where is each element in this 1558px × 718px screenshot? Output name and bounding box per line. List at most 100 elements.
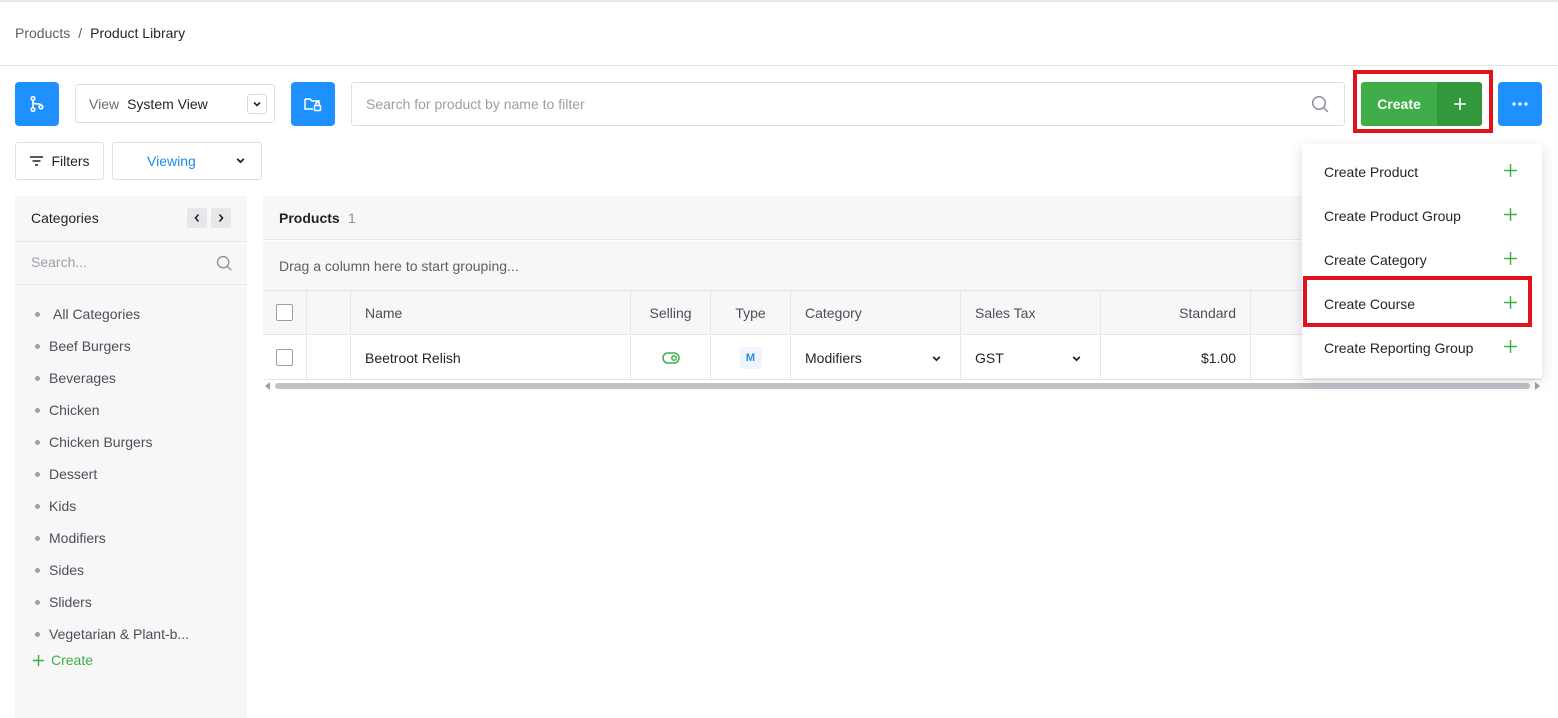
column-header-name[interactable]: Name: [351, 291, 631, 335]
column-header-standard[interactable]: Standard: [1101, 291, 1251, 335]
breadcrumb-products-link[interactable]: Products: [15, 25, 70, 41]
category-item[interactable]: Beef Burgers: [35, 330, 189, 362]
category-item[interactable]: Beverages: [35, 362, 189, 394]
create-course-highlight: [1303, 276, 1532, 327]
product-search-input[interactable]: [366, 96, 1266, 112]
create-dropdown-menu: Create Product Create Product Group Crea…: [1302, 144, 1542, 378]
folder-lock-icon: [304, 98, 322, 112]
category-item[interactable]: Sides: [35, 554, 189, 586]
chevron-down-icon: [253, 101, 261, 107]
menu-item-create-product[interactable]: Create Product: [1302, 150, 1542, 194]
cell-type: M: [711, 336, 791, 380]
chevron-left-icon: [194, 213, 200, 223]
grid-count: 1: [348, 210, 356, 226]
scroll-left-icon[interactable]: [265, 382, 270, 390]
category-item[interactable]: Kids: [35, 490, 189, 522]
group-hint: Drag a column here to start grouping...: [279, 258, 519, 274]
row-checkbox[interactable]: [276, 349, 293, 366]
cell-sales-tax[interactable]: GST: [961, 336, 1101, 380]
scrollbar-thumb[interactable]: [275, 383, 1530, 389]
menu-item-create-reporting-group[interactable]: Create Reporting Group: [1302, 326, 1542, 370]
column-header-category[interactable]: Category: [791, 291, 961, 335]
category-item[interactable]: Sliders: [35, 586, 189, 618]
column-header-type[interactable]: Type: [711, 291, 791, 335]
drag-handle-header: [307, 291, 351, 335]
scroll-right-icon[interactable]: [1535, 382, 1540, 390]
chevron-down-icon: [1072, 356, 1081, 362]
type-badge: M: [739, 346, 762, 369]
bullet-icon: [35, 503, 40, 509]
category-item[interactable]: Vegetarian & Plant-b...: [35, 618, 189, 650]
plus-icon: [1504, 340, 1517, 353]
cell-sales-tax-value: GST: [975, 349, 1004, 366]
breadcrumb-separator: /: [78, 25, 83, 41]
column-header-sales-tax[interactable]: Sales Tax: [961, 291, 1101, 335]
select-all-header: [263, 291, 307, 335]
grid-title: Products: [279, 210, 340, 226]
ellipsis-icon: [1512, 102, 1528, 106]
viewing-label: Viewing: [147, 153, 196, 169]
category-item[interactable]: Dessert: [35, 458, 189, 490]
categories-title: Categories: [31, 210, 99, 226]
chevron-right-icon: [218, 213, 224, 223]
horizontal-scrollbar[interactable]: [263, 380, 1542, 392]
view-dropdown-toggle[interactable]: [247, 94, 267, 114]
column-header-selling[interactable]: Selling: [631, 291, 711, 335]
more-options-button[interactable]: [1498, 82, 1542, 126]
top-border: [0, 0, 1558, 2]
select-all-checkbox[interactable]: [276, 304, 293, 321]
cell-category-value: Modifiers: [805, 349, 862, 366]
git-branch-icon: [30, 95, 44, 113]
bullet-icon: [35, 343, 40, 349]
bullet-icon: [35, 439, 40, 445]
sidebar-next-button[interactable]: [211, 208, 231, 228]
breadcrumb: Products / Product Library: [15, 25, 185, 41]
bullet-icon: [35, 311, 40, 317]
plus-icon: [32, 654, 45, 666]
filters-button[interactable]: Filters: [15, 142, 104, 180]
toggle-on-icon: [661, 351, 680, 364]
category-search-input[interactable]: [31, 254, 201, 270]
category-item[interactable]: Chicken: [35, 394, 189, 426]
filter-lines-icon: [30, 156, 44, 166]
category-item[interactable]: Chicken Burgers: [35, 426, 189, 458]
search-icon: [216, 255, 232, 271]
header-divider: [0, 65, 1558, 66]
plus-icon: [1504, 164, 1517, 177]
chevron-down-icon: [236, 158, 245, 164]
categories-sidebar: Categories All Categories Beef Burgers B…: [15, 196, 247, 718]
bullet-icon: [35, 471, 40, 477]
cell-category[interactable]: Modifiers: [791, 336, 961, 380]
bullet-icon: [35, 599, 40, 605]
category-search-box: [15, 241, 247, 285]
view-value: System View: [127, 95, 208, 112]
search-icon: [1311, 95, 1329, 113]
create-category-label: Create: [51, 652, 94, 668]
viewing-select[interactable]: Viewing: [112, 142, 262, 180]
bullet-icon: [35, 535, 40, 541]
cell-name[interactable]: Beetroot Relish: [351, 336, 631, 380]
folder-lock-button[interactable]: [291, 82, 335, 126]
bullet-icon: [35, 631, 40, 637]
create-button-highlight: [1353, 70, 1493, 133]
category-item[interactable]: Modifiers: [35, 522, 189, 554]
product-search-box: [351, 82, 1345, 126]
create-category-link[interactable]: Create: [32, 652, 93, 668]
plus-icon: [1504, 252, 1517, 265]
sidebar-prev-button[interactable]: [187, 208, 207, 228]
chevron-down-icon: [932, 356, 941, 362]
bullet-icon: [35, 407, 40, 413]
cell-standard[interactable]: $1.00: [1101, 336, 1251, 380]
category-list: All Categories Beef Burgers Beverages Ch…: [35, 298, 189, 650]
cell-selling[interactable]: [631, 336, 711, 380]
breadcrumb-current: Product Library: [90, 25, 186, 41]
view-select[interactable]: View System View: [75, 84, 275, 123]
filters-label: Filters: [51, 153, 90, 169]
hierarchy-button[interactable]: [15, 82, 59, 126]
table-row: [263, 336, 307, 380]
bullet-icon: [35, 567, 40, 573]
bullet-icon: [35, 375, 40, 381]
category-item[interactable]: All Categories: [35, 298, 189, 330]
view-label: View: [89, 95, 120, 112]
menu-item-create-product-group[interactable]: Create Product Group: [1302, 194, 1542, 238]
